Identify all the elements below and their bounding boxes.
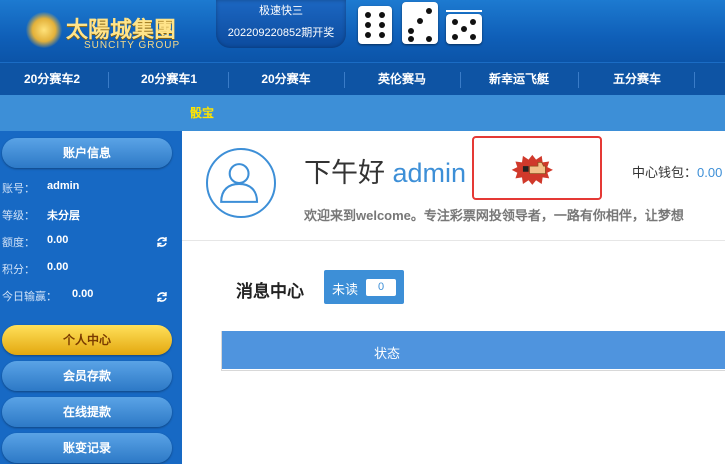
column-header-status[interactable]: 状态	[374, 343, 400, 362]
table-border	[222, 370, 725, 371]
menu-transaction-log[interactable]: 账变记录	[2, 433, 172, 463]
wallet-value: 0.00	[697, 165, 723, 180]
logo[interactable]: 太陽城集團 SUNCITY GROUP	[22, 6, 202, 56]
lottery-draw-number: 202209220852期开奖	[227, 27, 335, 39]
nav-item-5min-race[interactable]: 五分赛车	[582, 63, 692, 96]
lottery-info-panel: 极速快三 202209220852期开奖	[216, 0, 346, 48]
menu-personal-center[interactable]: 个人中心	[2, 325, 172, 355]
message-center-title: 消息中心	[236, 282, 304, 301]
vip-badge-icon	[511, 154, 553, 185]
balance-value: 0.00	[47, 234, 69, 246]
greeting-heading: 下午好 admin	[304, 151, 466, 190]
site-header: 太陽城集團 SUNCITY GROUP 极速快三 202209220852期开奖	[0, 0, 725, 62]
menu-withdraw[interactable]: 在线提款	[2, 397, 172, 427]
greeting-username: admin	[392, 158, 467, 188]
main-nav: 20分赛车2 20分赛车1 20分赛车 英伦赛马 新幸运飞艇 五分赛车	[0, 62, 725, 95]
nav-item-20min-race-1[interactable]: 20分赛车1	[114, 63, 224, 96]
nav-item-lucky-boat[interactable]: 新幸运飞艇	[464, 63, 574, 96]
lottery-name: 极速快三	[259, 5, 303, 17]
logo-subtitle: SUNCITY GROUP	[84, 40, 181, 51]
sub-nav: 骰宝	[0, 95, 725, 131]
greeting-text: 下午好	[304, 158, 385, 188]
sun-logo-icon	[26, 12, 62, 48]
menu-deposit[interactable]: 会员存款	[2, 361, 172, 391]
nav-item-20min-race-2[interactable]: 20分赛车2	[0, 63, 104, 96]
wallet-info: 中心钱包：0.00	[632, 162, 722, 181]
nav-divider	[108, 72, 109, 88]
message-table-header: 状态	[222, 331, 725, 370]
unread-label: 未读	[332, 282, 359, 297]
points-label: 积分：	[2, 264, 35, 276]
header-divider	[446, 10, 482, 12]
nav-divider	[228, 72, 229, 88]
account-label: 账号：	[2, 183, 35, 195]
wallet-label: 中心钱包：	[632, 165, 698, 180]
nav-divider	[578, 72, 579, 88]
dice-three-icon	[402, 2, 438, 44]
balance-label: 额度：	[2, 237, 35, 249]
unread-count-badge: 0	[366, 279, 396, 296]
nav-item-horse-racing[interactable]: 英伦赛马	[348, 63, 456, 96]
welcome-message: 欢迎来到welcome。专注彩票网投领导者，一路有你相伴，让梦想	[304, 208, 684, 223]
refresh-balance-icon[interactable]	[156, 236, 168, 248]
nav-divider	[344, 72, 345, 88]
account-value: admin	[47, 180, 80, 192]
today-label: 今日输赢：	[2, 291, 57, 303]
refresh-today-icon[interactable]	[156, 291, 168, 303]
dice-six-icon	[358, 6, 392, 44]
account-info-header[interactable]: 账户信息	[2, 138, 172, 168]
vip-highlight-box[interactable]	[472, 136, 602, 200]
level-value: 未分层	[47, 210, 80, 222]
nav-divider	[694, 72, 695, 88]
unread-tab-button[interactable]: 未读 0	[324, 270, 404, 304]
welcome-panel: 下午好 admin 中心钱包：0.00 欢迎来到welcome。专注彩票网投领导…	[182, 131, 725, 241]
dice-five-icon	[446, 14, 482, 44]
sidebar: 账户信息 账号： admin 等级： 未分层 额度： 0.00 积分： 0.00…	[0, 131, 182, 464]
subnav-item-sicbo[interactable]: 骰宝	[190, 95, 214, 131]
nav-item-20min-race[interactable]: 20分赛车	[232, 63, 340, 96]
nav-divider	[460, 72, 461, 88]
user-avatar-icon[interactable]	[206, 148, 276, 218]
points-value: 0.00	[47, 261, 69, 273]
level-label: 等级：	[2, 210, 35, 222]
today-value: 0.00	[72, 288, 94, 300]
